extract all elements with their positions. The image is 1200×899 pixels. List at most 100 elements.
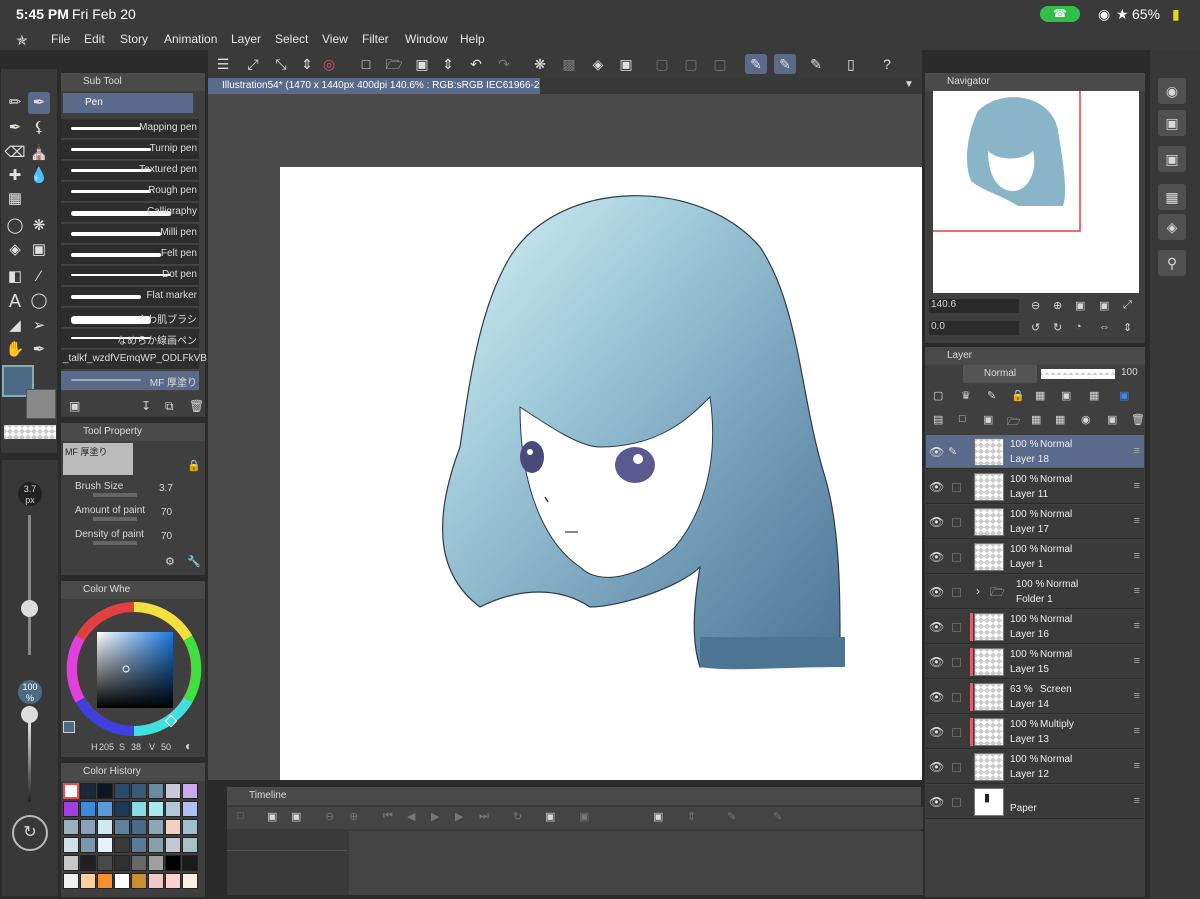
timeline-edit-icon[interactable]: ▣ — [291, 810, 301, 823]
selection-invert-icon[interactable]: ▢ — [680, 54, 702, 74]
save-icon[interactable]: ▣ — [411, 54, 433, 74]
menu-edit[interactable]: Edit — [84, 32, 105, 46]
visibility-eye-icon[interactable]: 👁 — [929, 795, 944, 809]
color-history-swatch[interactable] — [131, 873, 147, 889]
visibility-eye-icon[interactable]: 👁 — [929, 690, 944, 704]
pencil-tool-icon[interactable]: ✏ — [4, 92, 26, 114]
color-history-swatch[interactable] — [80, 819, 96, 835]
layer-check[interactable] — [952, 518, 961, 527]
color-history-swatch[interactable] — [80, 837, 96, 853]
help-icon[interactable]: ? — [876, 54, 898, 74]
timeline-move-icon[interactable]: ⇕ — [687, 810, 696, 823]
navigator-rail-icon[interactable]: ◉ — [1158, 78, 1186, 104]
color-history-swatch[interactable] — [131, 801, 147, 817]
visibility-eye-icon[interactable]: 👁 — [929, 620, 944, 634]
color-history-swatch[interactable] — [182, 855, 198, 871]
menu-animation[interactable]: Animation — [164, 32, 217, 46]
visibility-eye-icon[interactable]: 👁 — [929, 725, 944, 739]
resize-icon[interactable]: ⤡ — [270, 54, 292, 74]
color-history-swatch[interactable] — [165, 783, 181, 799]
subtool-delete-icon[interactable]: 🗑 — [189, 399, 204, 413]
apply-mask-icon[interactable]: ▣ — [1107, 413, 1117, 426]
color-history-swatch[interactable] — [182, 783, 198, 799]
color-history-swatch[interactable] — [148, 837, 164, 853]
delete-layer-icon[interactable]: 🗑 — [1131, 413, 1145, 426]
wrench-icon[interactable]: 🔧 — [187, 555, 201, 568]
flip-vertical-icon[interactable]: ⇕ — [1123, 321, 1132, 334]
mask-add-icon[interactable]: ◉ — [1081, 413, 1091, 426]
reset-rotate-icon[interactable]: ◔ — [1075, 321, 1082, 333]
subtool-custom-brush[interactable]: _talkf_wzdfVEmqWP_ODLFkVB — [61, 350, 207, 370]
cel-icon[interactable]: ▣ — [579, 810, 589, 823]
color-history-swatch[interactable] — [148, 873, 164, 889]
fit-canvas-icon[interactable]: ⤢ — [242, 54, 264, 74]
brush-tool-icon[interactable]: ⚸ — [28, 117, 50, 139]
color-history-swatch[interactable] — [97, 819, 113, 835]
open-file-icon[interactable]: 🗁 — [383, 54, 405, 74]
undo-icon[interactable]: ↶ — [465, 54, 487, 74]
color-history-swatch[interactable] — [165, 855, 181, 871]
layer-row[interactable]: 👁 100 % Multiply Layer 13 ≡ — [926, 715, 1144, 749]
brush-size-track[interactable] — [28, 515, 31, 655]
subtool-mf-thick-paint[interactable]: MF 厚塗り — [61, 371, 199, 391]
grid-tool-icon[interactable]: ▦ — [4, 188, 26, 210]
opacity-handle[interactable] — [21, 706, 38, 723]
menu-select[interactable]: Select — [275, 32, 308, 46]
subtool-calligraphy[interactable]: Calligraphy — [61, 203, 199, 223]
layer-check[interactable] — [952, 798, 961, 807]
timeline-pen-icon[interactable]: ✎ — [727, 810, 736, 823]
brush-size-handle[interactable] — [21, 600, 38, 617]
clip-icon[interactable]: ▢ — [933, 389, 943, 402]
menu-help[interactable]: Help — [460, 32, 485, 46]
new-raster-icon[interactable]: ▤ — [933, 413, 943, 426]
redo-icon[interactable]: ↷ — [493, 54, 515, 74]
layer-row[interactable]: 👁 100 % Normal Layer 15 ≡ — [926, 645, 1144, 679]
magic-wand-tool-icon[interactable]: ❋ — [28, 215, 50, 237]
layer-menu-icon[interactable]: ≡ — [1134, 480, 1140, 492]
transform-icon[interactable]: ▩ — [558, 54, 580, 74]
color-history-swatch[interactable] — [131, 837, 147, 853]
color-history-swatch[interactable] — [80, 801, 96, 817]
color-history-swatch[interactable] — [80, 855, 96, 871]
navigator-preview[interactable] — [930, 88, 1139, 293]
new-file-icon[interactable]: □ — [355, 54, 377, 74]
loop-icon[interactable]: ↻ — [513, 810, 522, 823]
fill-icon[interactable]: ◈ — [587, 54, 609, 74]
layer-row[interactable]: 👁 100 % Normal Layer 12 ≡ — [926, 750, 1144, 784]
color-history-swatch[interactable] — [182, 819, 198, 835]
lock-alpha-icon[interactable]: ▦ — [1035, 389, 1045, 402]
color-history-swatch[interactable] — [165, 837, 181, 853]
zoom-in-icon[interactable]: ⊕ — [349, 810, 358, 823]
color-history-swatch[interactable] — [165, 801, 181, 817]
balloon-tool-icon[interactable]: ◯ — [28, 290, 50, 312]
first-frame-icon[interactable]: ⏮ — [383, 810, 393, 823]
layer-menu-icon[interactable]: ≡ — [1134, 445, 1140, 457]
pen-tool-icon[interactable]: ✒ — [28, 92, 50, 114]
layer-menu-icon[interactable]: ≡ — [1134, 760, 1140, 772]
color-history-swatch[interactable] — [97, 783, 113, 799]
color-mode-icon[interactable]: ◐ — [185, 739, 192, 753]
transparent-color-swatch[interactable] — [4, 425, 56, 439]
subtool-group-pen[interactable]: Pen — [63, 93, 193, 113]
current-color-chip[interactable] — [63, 721, 75, 733]
rotate-value[interactable]: 0.0 — [929, 321, 1019, 335]
loading-icon[interactable]: ❋ — [529, 54, 551, 74]
call-icon[interactable]: ☎ — [1040, 6, 1080, 22]
timeline-settings-icon[interactable]: ▣ — [267, 810, 277, 823]
subtool-turnip-pen[interactable]: Turnip pen — [61, 140, 199, 160]
color-history-swatch[interactable] — [165, 819, 181, 835]
modifier-key-icon[interactable]: ↻ — [12, 815, 48, 851]
color-history-swatch[interactable] — [63, 873, 79, 889]
menu-filter[interactable]: Filter — [362, 32, 389, 46]
draft-icon[interactable]: ✎ — [987, 389, 996, 402]
last-frame-icon[interactable]: ⏭ — [479, 810, 489, 823]
layers-rail-icon[interactable]: ▦ — [1158, 184, 1186, 210]
color-history-swatch[interactable] — [63, 783, 79, 799]
layer-menu-icon[interactable]: ≡ — [1134, 550, 1140, 562]
layer-check[interactable] — [952, 623, 961, 632]
color-history-swatch[interactable] — [63, 837, 79, 853]
visibility-eye-icon[interactable]: 👁 — [929, 585, 944, 599]
visibility-eye-icon[interactable]: 👁 — [929, 760, 944, 774]
menu-file[interactable]: File — [51, 32, 70, 46]
color-wheel[interactable] — [63, 599, 205, 739]
